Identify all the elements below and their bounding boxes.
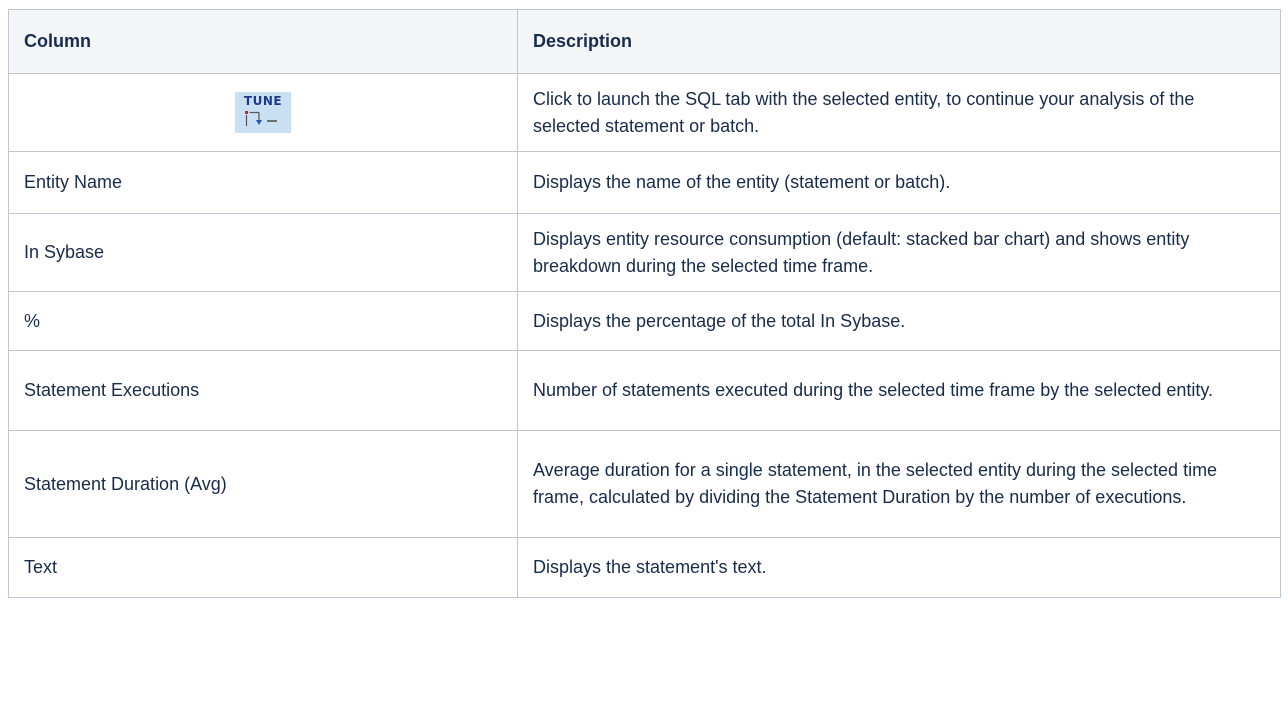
table-row: TUNE Click to launch the SQL tab with th… [8,73,1281,152]
table-row: Entity Name Displays the name of the ent… [8,151,1281,214]
description-cell: Click to launch the SQL tab with the sel… [517,73,1281,152]
table-header-row: Column Description [8,9,1281,74]
column-cell: Statement Executions [8,350,518,431]
description-cell: Average duration for a single statement,… [517,430,1281,538]
column-cell: Statement Duration (Avg) [8,430,518,538]
column-cell: Text [8,537,518,598]
description-header: Description [517,9,1281,74]
column-cell: Entity Name [8,151,518,214]
table-row: % Displays the percentage of the total I… [8,291,1281,351]
tune-icon-label: TUNE [243,94,283,108]
tune-icon[interactable]: TUNE [235,92,291,133]
table-row: Statement Executions Number of statement… [8,350,1281,431]
description-cell: Displays entity resource consumption (de… [517,213,1281,292]
table-row: Text Displays the statement's text. [8,537,1281,598]
description-cell: Displays the statement's text. [517,537,1281,598]
description-cell: Number of statements executed during the… [517,350,1281,431]
documentation-table-container: Column Description TUNE Click to launch … [8,9,1281,598]
column-cell: % [8,291,518,351]
description-cell: Displays the name of the entity (stateme… [517,151,1281,214]
column-cell: In Sybase [8,213,518,292]
table-row: Statement Duration (Avg) Average duratio… [8,430,1281,538]
description-cell: Displays the percentage of the total In … [517,291,1281,351]
columns-description-table: Column Description TUNE Click to launch … [8,9,1281,598]
column-header: Column [8,9,518,74]
tune-arrow-glyph [245,111,277,126]
table-row: In Sybase Displays entity resource consu… [8,213,1281,292]
column-cell: TUNE [8,73,518,152]
